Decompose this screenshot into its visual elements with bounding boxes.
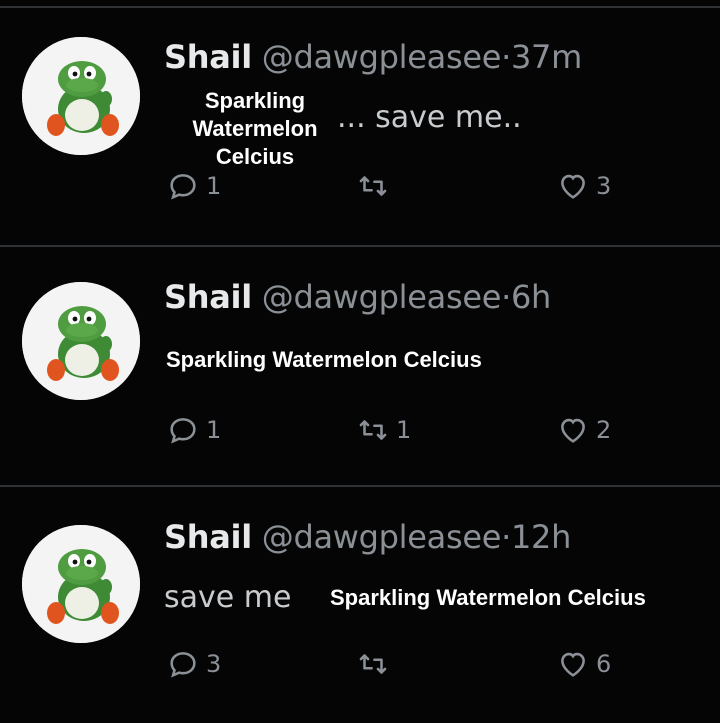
separator-dot: · <box>501 278 511 316</box>
user-handle[interactable]: @dawgpleasee <box>262 38 502 76</box>
reply-count: 1 <box>206 172 222 200</box>
overlay-caption: Sparkling Watermelon Celcius <box>175 87 335 171</box>
tweet-actions: 1 1 2 <box>166 410 686 450</box>
like-count: 6 <box>596 650 612 678</box>
reply-count: 1 <box>206 416 222 444</box>
like-count: 2 <box>596 416 612 444</box>
reply-icon <box>170 174 196 200</box>
avatar[interactable] <box>22 37 140 155</box>
timestamp[interactable]: 6h <box>511 278 551 316</box>
tweet[interactable]: Shail @dawgpleasee·6h Sparkling Watermel… <box>0 246 720 486</box>
like-count: 3 <box>596 172 612 200</box>
reply-button[interactable]: 1 <box>166 166 221 206</box>
tweet-header: Shail @dawgpleasee·37m <box>164 38 582 76</box>
display-name[interactable]: Shail <box>164 38 252 76</box>
reply-icon <box>170 652 196 678</box>
tweet-actions: 1 3 <box>166 166 686 206</box>
retweet-count: 1 <box>396 416 412 444</box>
tweet[interactable]: Shail @dawgpleasee·12h save me Sparkling… <box>0 486 720 723</box>
retweet-button[interactable] <box>356 644 396 684</box>
yoshi-avatar-icon <box>22 282 140 400</box>
retweet-icon <box>359 420 387 440</box>
user-handle[interactable]: @dawgpleasee <box>262 518 502 556</box>
like-button[interactable]: 6 <box>556 644 611 684</box>
retweet-icon <box>359 176 387 196</box>
reply-icon <box>170 418 196 444</box>
like-button[interactable]: 2 <box>556 410 611 450</box>
tweet-header: Shail @dawgpleasee·12h <box>164 518 571 556</box>
overlay-caption: Sparkling Watermelon Celcius <box>166 347 482 372</box>
display-name[interactable]: Shail <box>164 278 252 316</box>
heart-icon <box>561 652 585 677</box>
tweet-text: ... save me.. <box>337 100 522 135</box>
separator-dot: · <box>501 38 511 76</box>
yoshi-avatar-icon <box>22 525 140 643</box>
tweet-feed: Shail @dawgpleasee·37m Sparkling Waterme… <box>0 0 720 723</box>
reply-button[interactable]: 3 <box>166 644 221 684</box>
tweet-header: Shail @dawgpleasee·6h <box>164 278 551 316</box>
yoshi-avatar-icon <box>22 37 140 155</box>
reply-count: 3 <box>206 650 222 678</box>
heart-icon <box>561 174 585 199</box>
overlay-line: Sparkling <box>204 88 306 113</box>
overlay-caption: Sparkling Watermelon Celcius <box>330 585 646 610</box>
tweet-actions: 3 6 <box>166 644 686 684</box>
user-handle[interactable]: @dawgpleasee <box>262 278 502 316</box>
timestamp[interactable]: 12h <box>511 518 571 556</box>
retweet-button[interactable]: 1 <box>356 410 411 450</box>
tweet[interactable]: Shail @dawgpleasee·37m Sparkling Waterme… <box>0 0 720 246</box>
display-name[interactable]: Shail <box>164 518 252 556</box>
heart-icon <box>561 418 585 443</box>
retweet-icon <box>359 654 387 674</box>
separator-dot: · <box>501 518 511 556</box>
reply-button[interactable]: 1 <box>166 410 221 450</box>
overlay-line: Watermelon <box>192 116 318 141</box>
retweet-button[interactable] <box>356 166 396 206</box>
timestamp[interactable]: 37m <box>511 38 582 76</box>
avatar[interactable] <box>22 282 140 400</box>
avatar[interactable] <box>22 525 140 643</box>
tweet-text: save me <box>164 580 292 615</box>
like-button[interactable]: 3 <box>556 166 611 206</box>
